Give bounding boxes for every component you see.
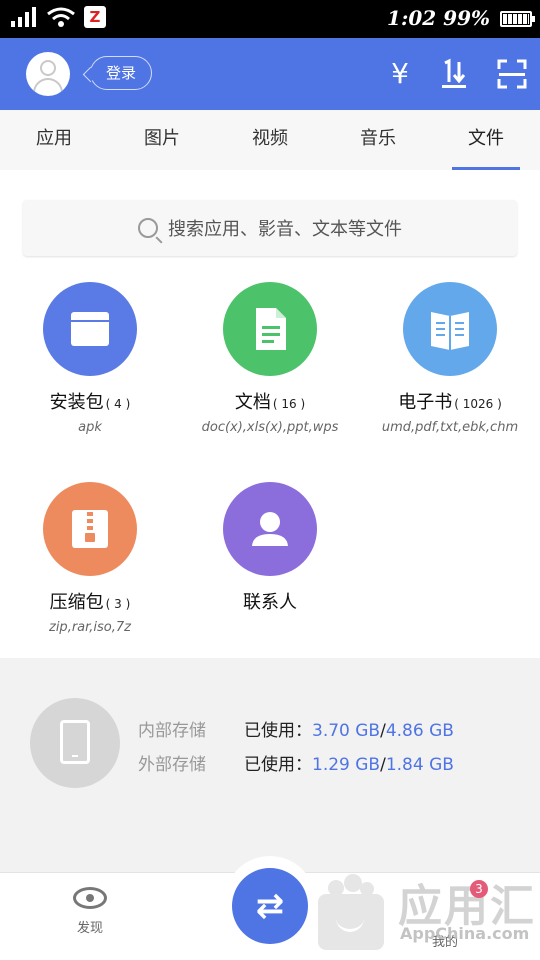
- tab-videos[interactable]: 视频: [216, 110, 324, 170]
- status-time: 1:02 99%: [387, 6, 490, 30]
- shopping-bag-logo-icon: [314, 872, 388, 952]
- tab-files[interactable]: 文件: [432, 110, 540, 170]
- archive-icon: [43, 482, 137, 576]
- tab-images[interactable]: 图片: [108, 110, 216, 170]
- category-subtitle: zip,rar,iso,7z: [49, 620, 131, 635]
- category-subtitle: doc(x),xls(x),ppt,wps: [201, 420, 339, 435]
- files-panel: 搜索应用、影音、文本等文件 安装包( 4 ) apk 文档( 16 ) doc(…: [0, 170, 540, 658]
- signal-icon: [11, 7, 36, 27]
- category-title: 安装包( 4 ): [49, 392, 131, 413]
- category-documents[interactable]: 文档( 16 ) doc(x),xls(x),ppt,wps: [180, 282, 360, 435]
- battery-icon: [500, 11, 535, 27]
- watermark-url: AppChina.com: [400, 924, 530, 943]
- login-button[interactable]: 登录: [90, 56, 153, 90]
- category-title: 联系人: [243, 592, 297, 613]
- category-title: 文档( 16 ): [234, 392, 306, 413]
- eye-icon: [73, 887, 107, 909]
- category-contacts[interactable]: 联系人: [180, 482, 360, 614]
- tab-music[interactable]: 音乐: [324, 110, 432, 170]
- app-notification-icon: Z: [84, 6, 106, 28]
- status-left-icons: Z: [10, 6, 106, 28]
- storage-section: 内部存储 已使用：3.70 GB/4.86 GB 外部存储 已使用：1.29 GB/…: [0, 658, 540, 872]
- category-archives[interactable]: 压缩包( 3 ) zip,rar,iso,7z: [0, 482, 180, 635]
- category-ebooks[interactable]: 电子书( 1026 ) umd,pdf,txt,ebk,chm: [360, 282, 540, 435]
- search-icon: [138, 218, 158, 238]
- external-storage-row: 外部存储 已使用：1.29 GB/1.84 GB: [138, 755, 454, 775]
- avatar[interactable]: [26, 52, 70, 96]
- category-subtitle: apk: [78, 420, 102, 435]
- search-bar[interactable]: 搜索应用、影音、文本等文件: [23, 200, 517, 256]
- contact-icon: [223, 482, 317, 576]
- book-icon: [403, 282, 497, 376]
- category-apk[interactable]: 安装包( 4 ) apk: [0, 282, 180, 435]
- status-bar: Z 1:02 99%: [0, 0, 540, 38]
- tab-apps[interactable]: 应用: [0, 110, 108, 170]
- window-icon: [43, 282, 137, 376]
- internal-storage-row: 内部存储 已使用：3.70 GB/4.86 GB: [138, 721, 454, 741]
- transfer-button[interactable]: ⇄: [232, 868, 308, 944]
- category-subtitle: umd,pdf,txt,ebk,chm: [381, 420, 519, 435]
- top-header: 登录 ¥: [0, 38, 540, 110]
- notification-badge: 3: [470, 880, 488, 898]
- search-placeholder: 搜索应用、影音、文本等文件: [168, 219, 402, 240]
- tablet-icon: [30, 698, 120, 788]
- scan-icon[interactable]: [496, 58, 528, 90]
- yuan-icon[interactable]: ¥: [384, 58, 416, 90]
- wifi-icon: [47, 7, 75, 27]
- category-title: 压缩包( 3 ): [49, 592, 131, 613]
- appchina-watermark: 应用汇 3 AppChina.com: [314, 866, 536, 952]
- document-icon: [223, 282, 317, 376]
- category-tabs: 应用 图片 视频 音乐 文件: [0, 110, 540, 170]
- sort-icon[interactable]: [438, 58, 470, 90]
- category-title: 电子书( 1026 ): [398, 392, 502, 413]
- nav-discover[interactable]: 发现: [60, 887, 120, 936]
